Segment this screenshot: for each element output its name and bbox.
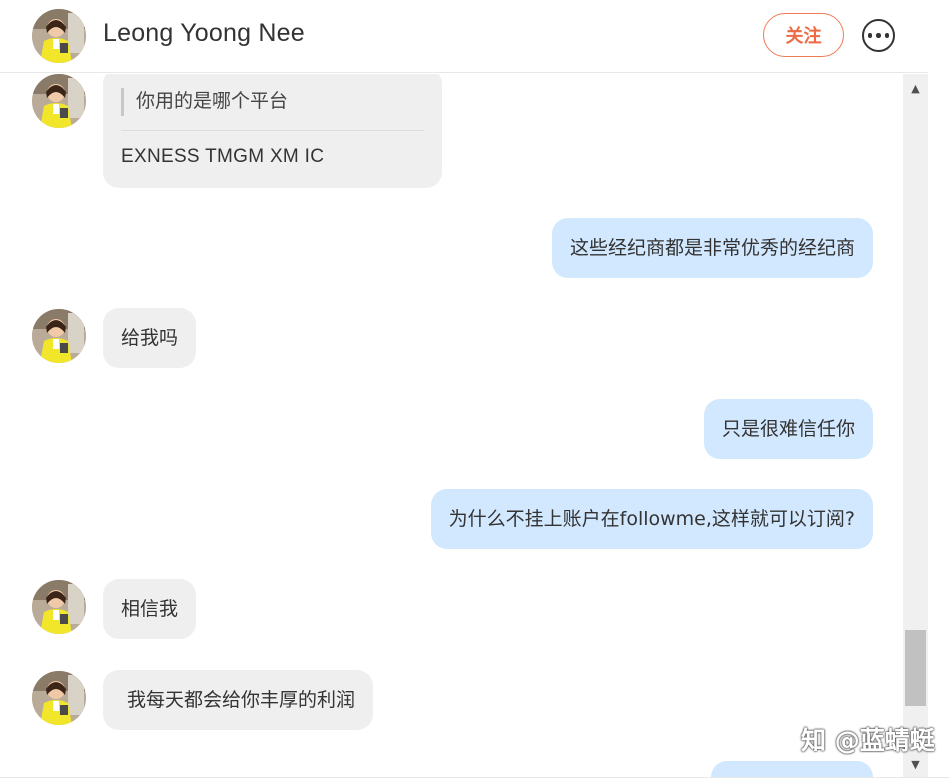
outgoing-message[interactable]: 只是很难信任你 xyxy=(703,399,873,459)
sender-avatar[interactable] xyxy=(32,671,86,725)
sender-avatar[interactable] xyxy=(32,580,86,634)
bottom-edge xyxy=(0,777,949,784)
window-edge xyxy=(928,0,949,784)
contact-name: Leong Yoong Nee xyxy=(103,19,305,47)
chat-header: Leong Yoong Nee 关注 xyxy=(0,0,949,73)
scroll-up-arrow-icon[interactable]: ▲ xyxy=(903,77,928,99)
contact-avatar[interactable] xyxy=(32,9,86,63)
quote-divider xyxy=(121,130,424,131)
incoming-message[interactable]: 相信我 xyxy=(103,579,197,639)
quote-bar xyxy=(121,88,124,116)
sender-avatar[interactable] xyxy=(32,309,86,363)
vertical-scrollbar[interactable]: ▲ ▼ xyxy=(903,74,928,777)
message-list[interactable]: 你用的是哪个平台 EXNESS TMGM XM IC 这些经纪商都是非常优秀的经… xyxy=(0,74,903,777)
message-text: EXNESS TMGM XM IC xyxy=(121,146,325,167)
incoming-message[interactable]: 给我吗 xyxy=(103,308,197,368)
outgoing-message[interactable]: 这些经纪商都是非常优秀的经纪商 xyxy=(551,218,873,278)
outgoing-message-partial[interactable] xyxy=(711,761,873,777)
follow-button[interactable]: 关注 xyxy=(763,13,844,57)
watermark: 知 @蓝蜻蜓 xyxy=(801,726,935,755)
scrollbar-thumb[interactable] xyxy=(905,630,926,706)
more-options-icon[interactable] xyxy=(862,19,895,52)
incoming-message[interactable]: 我每天都会给你丰厚的利润 xyxy=(103,670,374,730)
incoming-quoted-message[interactable]: 你用的是哪个平台 EXNESS TMGM XM IC xyxy=(103,74,442,188)
outgoing-message[interactable]: 为什么不挂上账户在followme,这样就可以订阅? xyxy=(430,489,873,549)
sender-avatar[interactable] xyxy=(32,74,86,128)
quoted-text: 你用的是哪个平台 xyxy=(136,90,289,112)
